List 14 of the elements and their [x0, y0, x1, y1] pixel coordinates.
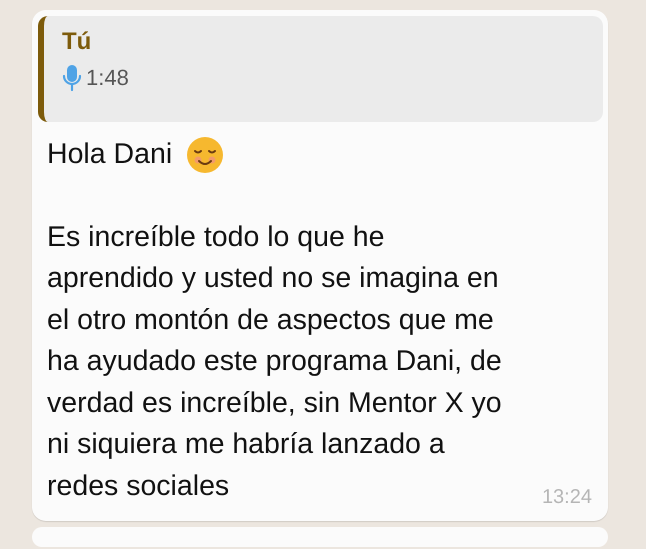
quoted-message[interactable]: Tú 1:48: [38, 16, 603, 122]
quote-author: Tú: [62, 28, 92, 56]
message-text: aprendido y usted no se imagina en: [47, 261, 499, 296]
message-text: ni siquiera me habría lanzado a: [47, 427, 445, 462]
voice-duration: 1:48: [86, 65, 129, 91]
message-text: el otro montón de aspectos que me: [47, 302, 494, 338]
microphone-icon: [62, 64, 82, 92]
message-text: Hola Dani: [47, 137, 172, 172]
message-time: 13:24: [542, 486, 592, 509]
message-text: ha ayudado este programa Dani, de: [47, 344, 502, 379]
message-text: verdad es increíble, sin Mentor X yo: [47, 386, 502, 420]
message-text: Es increíble todo lo que he: [47, 220, 384, 254]
message-text: redes sociales: [47, 468, 230, 504]
smiling-face-icon: [186, 136, 224, 174]
